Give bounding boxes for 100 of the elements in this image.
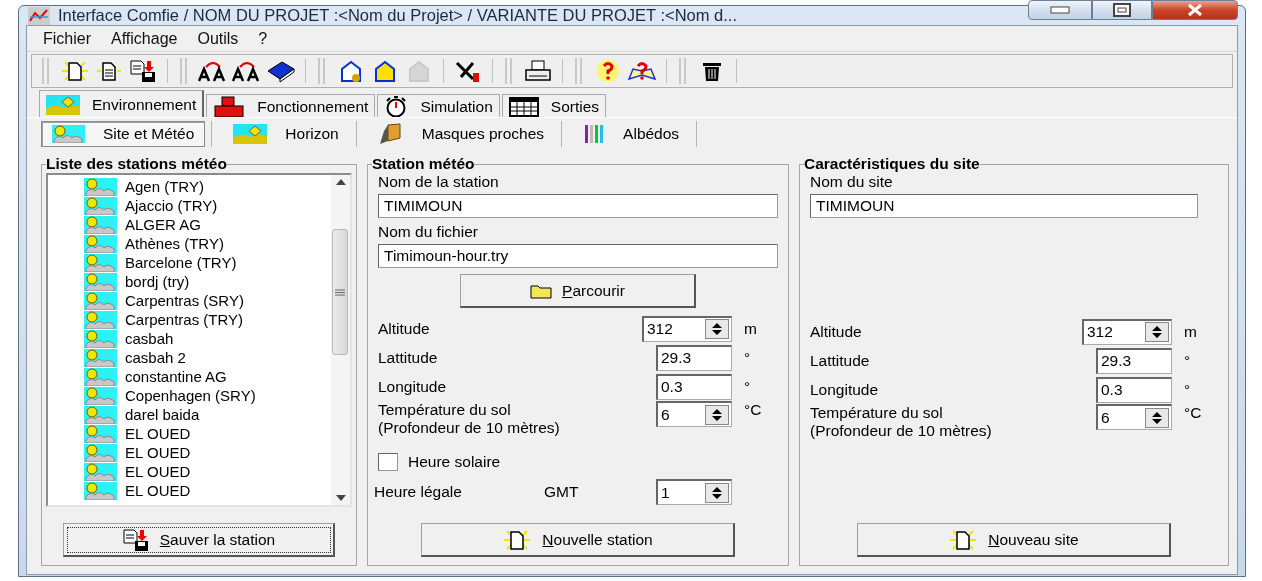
toolbar-grip bbox=[42, 58, 49, 84]
unit-label: ° bbox=[743, 348, 752, 367]
spin-field[interactable]: 6 bbox=[656, 401, 732, 427]
spin-button[interactable] bbox=[705, 404, 729, 425]
list-item[interactable]: ALGER AG bbox=[125, 216, 201, 233]
book-icon bbox=[266, 59, 296, 83]
list-item[interactable]: Carpentras (SRY) bbox=[125, 292, 244, 309]
spin-button[interactable] bbox=[1145, 407, 1169, 428]
toolbar-separator bbox=[443, 59, 444, 83]
unit-label: m bbox=[743, 319, 758, 338]
scrollbar[interactable] bbox=[331, 175, 350, 505]
field-label: Nom du fichier bbox=[378, 223, 479, 241]
spin-button[interactable] bbox=[705, 319, 729, 339]
spin-button[interactable] bbox=[705, 482, 729, 503]
subtab[interactable]: Site et Météo bbox=[41, 120, 206, 147]
push-button[interactable]: Nouveau site bbox=[857, 523, 1171, 557]
close-icon bbox=[1186, 2, 1204, 17]
scroll-thumb[interactable] bbox=[332, 229, 348, 355]
weather-icon bbox=[84, 215, 117, 234]
field-label: Température du sol bbox=[378, 401, 512, 419]
spin-field[interactable]: 312 bbox=[642, 315, 732, 342]
weather-icon bbox=[84, 310, 117, 329]
color-bars-icon bbox=[583, 122, 606, 145]
field-label: Longitude bbox=[810, 380, 880, 399]
unit-label: ° bbox=[1183, 380, 1192, 399]
list-item[interactable]: EL OUED bbox=[125, 463, 191, 480]
list-item[interactable]: darel baida bbox=[125, 406, 200, 423]
new-document-icon bbox=[948, 527, 979, 552]
unit-label: °C bbox=[743, 401, 763, 419]
spin-field[interactable]: 312 bbox=[1082, 318, 1172, 345]
unit-label: ° bbox=[1183, 351, 1192, 370]
menu-item[interactable]: Outils bbox=[187, 27, 249, 50]
number-field[interactable]: 0.3 bbox=[656, 373, 732, 400]
toolbar-grip bbox=[575, 58, 582, 84]
weather-icon bbox=[84, 234, 117, 253]
toolbar-grip bbox=[505, 58, 512, 84]
weather-icon bbox=[84, 367, 117, 386]
spin-button[interactable] bbox=[1145, 322, 1169, 342]
push-button[interactable]: Nouvelle station bbox=[421, 523, 735, 557]
list-item[interactable]: Agen (TRY) bbox=[125, 178, 204, 195]
menu-item[interactable]: Fichier bbox=[33, 27, 101, 50]
tab[interactable]: Sorties bbox=[501, 94, 607, 118]
list-item[interactable]: bordj (try) bbox=[125, 273, 190, 290]
scroll-down-icon bbox=[335, 495, 346, 501]
push-button[interactable]: Parcourir bbox=[460, 274, 696, 308]
number-field[interactable]: 29.3 bbox=[1096, 347, 1172, 374]
spin-arrows-icon bbox=[710, 322, 724, 336]
list-item[interactable]: casbah bbox=[125, 330, 174, 347]
list-item[interactable]: EL OUED bbox=[125, 444, 191, 461]
list-item[interactable]: EL OUED bbox=[125, 425, 191, 442]
tab-separator bbox=[355, 120, 357, 147]
field-label: Température du sol bbox=[810, 404, 944, 422]
scroll-up-icon bbox=[335, 179, 346, 185]
minimize-button[interactable] bbox=[1028, 0, 1092, 20]
tab[interactable]: Fonctionnement bbox=[206, 94, 376, 118]
close-button[interactable] bbox=[1152, 0, 1238, 20]
list-item[interactable]: Athènes (TRY) bbox=[125, 235, 224, 252]
field-label: Lattitude bbox=[378, 348, 439, 367]
new-document-icon bbox=[60, 59, 90, 83]
weather-icon bbox=[84, 424, 117, 443]
spin-arrows-icon bbox=[710, 407, 724, 422]
tab[interactable]: Simulation bbox=[377, 94, 500, 118]
menu-item[interactable]: Affichage bbox=[101, 27, 188, 50]
toolbar-grip bbox=[318, 58, 325, 84]
weather-icon bbox=[84, 348, 117, 367]
spin-field[interactable]: 6 bbox=[1096, 404, 1172, 430]
toolbar-grip bbox=[180, 58, 187, 84]
text-field[interactable]: Timimoun-hour.try bbox=[378, 244, 778, 268]
field-label: GMT bbox=[544, 483, 580, 501]
spin-arrows-icon bbox=[710, 485, 724, 500]
list-item[interactable]: Ajaccio (TRY) bbox=[125, 197, 218, 214]
unit-label: m bbox=[1183, 322, 1198, 341]
weather-icon bbox=[84, 462, 117, 481]
checkbox-label: Heure solaire bbox=[408, 453, 501, 471]
field-label: Altitude bbox=[378, 319, 431, 338]
number-field[interactable]: 29.3 bbox=[656, 344, 732, 371]
field-label: Altitude bbox=[810, 322, 863, 341]
tab[interactable]: Environnement bbox=[39, 90, 205, 118]
printer-icon bbox=[523, 59, 553, 83]
list-item[interactable]: EL OUED bbox=[125, 482, 191, 499]
spin-field[interactable]: 1 bbox=[656, 479, 732, 505]
maximize-button[interactable] bbox=[1092, 0, 1152, 20]
list-item[interactable]: constantine AG bbox=[125, 368, 227, 385]
letters-arrow-icon bbox=[198, 59, 228, 83]
text-field[interactable]: TIMIMOUN bbox=[810, 194, 1198, 218]
text-field[interactable]: TIMIMOUN bbox=[378, 194, 778, 218]
sun-cloud-icon bbox=[52, 124, 85, 143]
list-item[interactable]: casbah 2 bbox=[125, 349, 186, 366]
spin-arrows-icon bbox=[1150, 410, 1164, 425]
number-field[interactable]: 0.3 bbox=[1096, 376, 1172, 403]
folder-icon bbox=[530, 282, 553, 299]
push-button[interactable]: Sauver la station bbox=[63, 523, 335, 557]
spin-arrows-icon bbox=[1150, 325, 1164, 339]
weather-icon bbox=[84, 177, 117, 196]
list-item[interactable]: Copenhagen (SRY) bbox=[125, 387, 256, 404]
weather-icon bbox=[84, 253, 117, 272]
menu-item[interactable]: ? bbox=[248, 27, 278, 50]
list-item[interactable]: Carpentras (TRY) bbox=[125, 311, 244, 328]
checkbox[interactable] bbox=[378, 453, 398, 471]
list-item[interactable]: Barcelone (TRY) bbox=[125, 254, 237, 271]
